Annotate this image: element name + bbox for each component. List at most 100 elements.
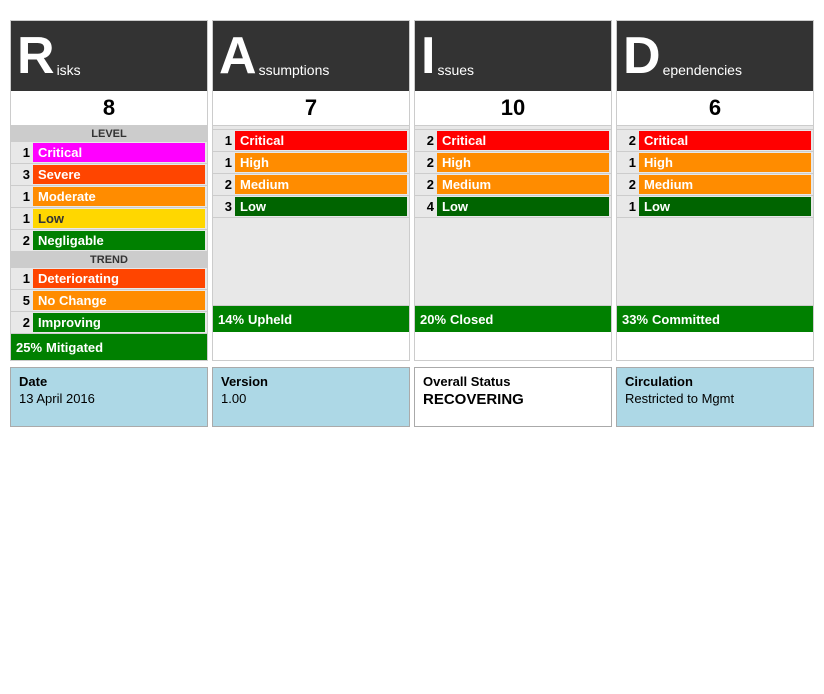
mitigated-label: Upheld bbox=[248, 312, 292, 327]
level-badge: Negligable bbox=[33, 231, 205, 250]
level-num: 1 bbox=[215, 155, 235, 170]
level-row: 1 High bbox=[213, 152, 409, 174]
mitigated-label: Mitigated bbox=[46, 340, 103, 355]
level-badge: Medium bbox=[235, 175, 407, 194]
level-num: 3 bbox=[13, 167, 33, 182]
trend-num: 5 bbox=[13, 293, 33, 308]
level-row: 2 Negligable bbox=[11, 230, 207, 252]
footer-value-3: Restricted to Mgmt bbox=[625, 391, 805, 406]
level-row: 3 Severe bbox=[11, 164, 207, 186]
footer-cell-0: Date 13 April 2016 bbox=[10, 367, 208, 427]
level-badge: High bbox=[235, 153, 407, 172]
level-badge: Low bbox=[639, 197, 811, 216]
footer-cell-2: Overall Status RECOVERING bbox=[414, 367, 612, 427]
trend-badge: Deteriorating bbox=[33, 269, 205, 288]
count-r: 8 bbox=[11, 91, 207, 126]
trend-header: TREND bbox=[11, 252, 207, 268]
level-row: 1 Moderate bbox=[11, 186, 207, 208]
level-num: 2 bbox=[619, 177, 639, 192]
level-num: 3 bbox=[215, 199, 235, 214]
letter-label-a: ssumptions bbox=[259, 62, 330, 78]
raid-col-r: R isks 8LEVEL 1 Critical 3 Severe 1 Mode… bbox=[10, 20, 208, 361]
mitigated-label: Committed bbox=[652, 312, 720, 327]
raid-grid: R isks 8LEVEL 1 Critical 3 Severe 1 Mode… bbox=[10, 20, 814, 361]
level-row: 2 Medium bbox=[617, 174, 813, 196]
trend-row: 2 Improving bbox=[11, 312, 207, 334]
raid-col-a: A ssumptions 7 1 Critical 1 High 2 Mediu… bbox=[212, 20, 410, 361]
level-badge: Critical bbox=[639, 131, 811, 150]
count-i: 10 bbox=[415, 91, 611, 126]
level-num: 1 bbox=[619, 155, 639, 170]
level-row: 1 High bbox=[617, 152, 813, 174]
level-row: 1 Low bbox=[617, 196, 813, 218]
mitigated-pct: 14% bbox=[218, 312, 244, 327]
level-header: LEVEL bbox=[11, 126, 207, 142]
footer-cell-3: Circulation Restricted to Mgmt bbox=[616, 367, 814, 427]
level-badge: High bbox=[437, 153, 609, 172]
mitigated-pct: 25% bbox=[16, 340, 42, 355]
level-badge: Critical bbox=[33, 143, 205, 162]
level-row: 2 Critical bbox=[415, 130, 611, 152]
level-num: 2 bbox=[417, 133, 437, 148]
level-row: 3 Low bbox=[213, 196, 409, 218]
count-d: 6 bbox=[617, 91, 813, 126]
footer-label-3: Circulation bbox=[625, 374, 805, 389]
level-badge: High bbox=[639, 153, 811, 172]
level-row: 2 Medium bbox=[415, 174, 611, 196]
letter-label-r: isks bbox=[57, 62, 81, 78]
footer-value-0: 13 April 2016 bbox=[19, 391, 199, 406]
letter-block-r: R isks bbox=[11, 21, 207, 91]
trend-row: 1 Deteriorating bbox=[11, 268, 207, 290]
level-badge: Low bbox=[437, 197, 609, 216]
trend-badge: Improving bbox=[33, 313, 205, 332]
level-row: 2 Critical bbox=[617, 130, 813, 152]
mitigated-row: 14% Upheld bbox=[213, 306, 409, 332]
mitigated-row: 25% Mitigated bbox=[11, 334, 207, 360]
raid-col-i: I ssues 10 2 Critical 2 High 2 Medium bbox=[414, 20, 612, 361]
trend-num: 1 bbox=[13, 271, 33, 286]
level-num: 1 bbox=[215, 133, 235, 148]
mitigated-label: Closed bbox=[450, 312, 493, 327]
level-badge: Critical bbox=[235, 131, 407, 150]
level-num: 2 bbox=[215, 177, 235, 192]
level-num: 4 bbox=[417, 199, 437, 214]
level-badge: Severe bbox=[33, 165, 205, 184]
level-row: 1 Critical bbox=[11, 142, 207, 164]
level-badge: Medium bbox=[437, 175, 609, 194]
count-a: 7 bbox=[213, 91, 409, 126]
level-badge: Moderate bbox=[33, 187, 205, 206]
level-badge: Medium bbox=[639, 175, 811, 194]
mitigated-row: 33% Committed bbox=[617, 306, 813, 332]
footer-cell-1: Version 1.00 bbox=[212, 367, 410, 427]
letter-block-d: D ependencies bbox=[617, 21, 813, 91]
level-num: 2 bbox=[619, 133, 639, 148]
big-letter-d: D bbox=[623, 30, 661, 82]
footer-grid: Date 13 April 2016 Version 1.00 Overall … bbox=[10, 367, 814, 427]
level-num: 1 bbox=[619, 199, 639, 214]
level-badge: Critical bbox=[437, 131, 609, 150]
level-row: 2 High bbox=[415, 152, 611, 174]
level-num: 2 bbox=[417, 155, 437, 170]
footer-value-1: 1.00 bbox=[221, 391, 401, 406]
footer-label-1: Version bbox=[221, 374, 401, 389]
level-row: 2 Medium bbox=[213, 174, 409, 196]
level-row: 4 Low bbox=[415, 196, 611, 218]
big-letter-a: A bbox=[219, 30, 257, 82]
mitigated-pct: 20% bbox=[420, 312, 446, 327]
raid-col-d: D ependencies 6 2 Critical 1 High 2 Medi… bbox=[616, 20, 814, 361]
level-badge: Low bbox=[33, 209, 205, 228]
level-badge: Low bbox=[235, 197, 407, 216]
trend-num: 2 bbox=[13, 315, 33, 330]
letter-block-a: A ssumptions bbox=[213, 21, 409, 91]
big-letter-r: R bbox=[17, 30, 55, 82]
level-num: 1 bbox=[13, 211, 33, 226]
big-letter-i: I bbox=[421, 30, 435, 82]
footer-label-2: Overall Status bbox=[423, 374, 603, 389]
trend-badge: No Change bbox=[33, 291, 205, 310]
footer-value-2: RECOVERING bbox=[423, 391, 603, 408]
level-row: 1 Low bbox=[11, 208, 207, 230]
footer-label-0: Date bbox=[19, 374, 199, 389]
level-num: 1 bbox=[13, 189, 33, 204]
letter-label-i: ssues bbox=[437, 62, 474, 78]
level-num: 2 bbox=[13, 233, 33, 248]
